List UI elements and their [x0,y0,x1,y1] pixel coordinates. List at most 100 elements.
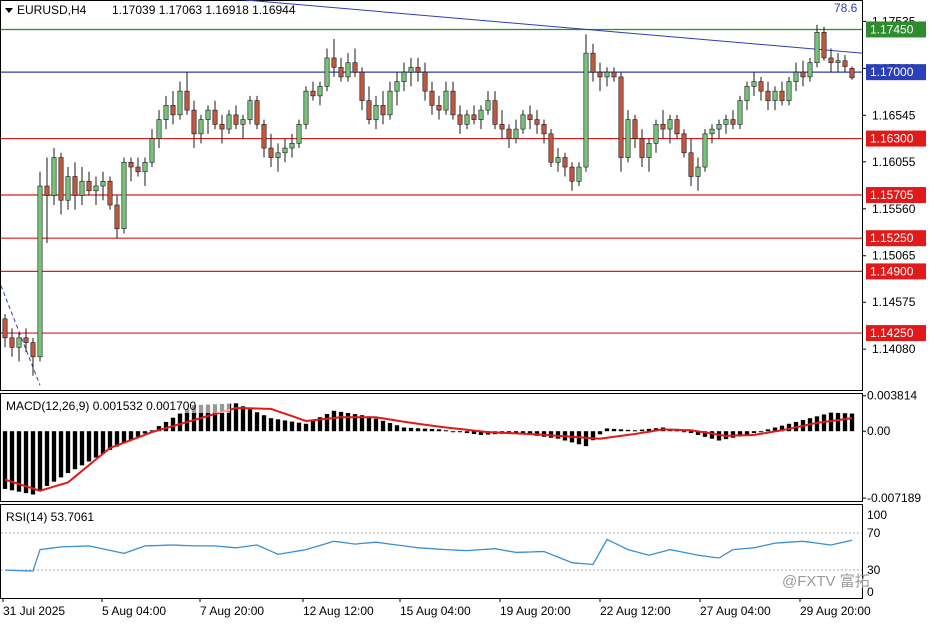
rsi-axis: 10070300 [867,508,887,599]
macd-histogram-bar [765,429,771,432]
candle-body [534,119,540,125]
candle-body [429,90,435,106]
candle-body [359,71,365,101]
macd-histogram-bar [37,431,43,491]
candle-body [513,128,519,139]
candle-body [688,152,694,177]
candle-body [436,105,442,111]
candle-body [93,185,99,192]
macd-histogram-bar [758,431,764,433]
macd-histogram-bar [632,430,638,432]
header-corner-value: 78.6 [834,1,858,15]
candle-body [310,90,316,97]
watermark-logo: @FXTV 富拓 [782,572,870,590]
candle-body [219,124,225,130]
candle-body [345,62,351,78]
candle-body [499,124,505,130]
candle-body [569,166,575,182]
rsi-tick-label: 100 [867,508,887,522]
level-price-tag-label: 1.14900 [870,264,914,278]
macd-histogram-bar [72,431,78,470]
candle-body [597,71,603,78]
candle-body [107,180,113,206]
level-price-tag-label: 1.15250 [870,231,914,245]
macd-histogram-bar [464,431,470,434]
candle-body [702,133,708,168]
macd-histogram-bar [842,413,848,432]
candle-body [401,71,407,82]
rsi-tick-label: 70 [867,526,881,540]
candle-body [394,81,400,92]
macd-histogram-bar [247,409,253,432]
candle-body [58,157,64,201]
macd-tick-label: 0.00 [867,424,891,438]
macd-histogram-bar [79,431,85,466]
candle-body [548,133,554,163]
macd-histogram-bar [303,423,309,432]
candle-body [205,109,211,120]
candle-body [632,119,638,139]
candle-body [646,143,652,158]
candle-body [240,119,246,125]
candle-body [485,100,491,111]
rsi-pane: 10070300 [1,508,887,599]
candlesticks [2,24,855,376]
macd-histogram-bar [625,429,631,432]
macd-histogram-bar [324,414,330,432]
candle-body [779,90,785,101]
candle-body [79,180,85,196]
macd-histogram-bar [289,421,295,432]
candle-body [751,81,757,87]
candle-body [338,67,344,78]
macd-histogram-bar [436,429,442,432]
candle-body [520,114,526,130]
price-tick-label: 1.15560 [872,202,916,216]
macd-axis: 0.003814 0.00 -0.007189 [862,389,921,505]
macd-histogram-bar [296,422,302,432]
candle-body [835,60,841,63]
candle-body [352,62,358,73]
macd-histogram-bar [730,431,736,438]
macd-histogram-bar [23,431,29,494]
candle-body [422,71,428,92]
header-ohlc: 1.17039 1.17063 1.16918 1.16944 [112,3,296,17]
candle-body [807,62,813,78]
candle-body [772,90,778,101]
candle-body [415,67,421,73]
candle-body [583,52,589,168]
candle-body [730,119,736,125]
candle-body [100,180,106,187]
candle-body [611,71,617,78]
candle-body [562,157,568,168]
candle-body [695,166,701,177]
candle-body [191,109,197,135]
candle-body [506,128,512,139]
macd-histogram-bar [639,429,645,432]
macd-histogram-bar [611,428,617,432]
macd-histogram-bar [170,417,176,432]
candle-body [653,124,659,144]
candle-body [576,166,582,182]
candle-body [527,114,533,120]
candle-body [660,124,666,130]
macd-histogram-bar [443,430,449,432]
horizontal-levels [1,28,862,334]
candle-body [667,119,673,130]
macd-histogram-bar [751,431,757,434]
candle-body [723,119,729,125]
symbol-dropdown-arrow-icon[interactable] [5,8,13,13]
candle-body [65,176,71,201]
macd-histogram-bar [415,428,421,432]
eurusd-chart: 1.175351.170401.165451.160551.155601.150… [0,0,926,618]
candle-body [786,81,792,101]
candle-body [296,124,302,144]
candle-body [303,90,309,125]
candle-body [555,157,561,163]
level-price-tag-label: 1.17000 [870,65,914,79]
candle-body [268,147,274,158]
rsi-line [4,538,853,572]
candle-body [758,81,764,92]
macd-histogram-bar [100,431,106,454]
macd-histogram-bar [408,427,414,432]
candle-body [814,32,820,63]
